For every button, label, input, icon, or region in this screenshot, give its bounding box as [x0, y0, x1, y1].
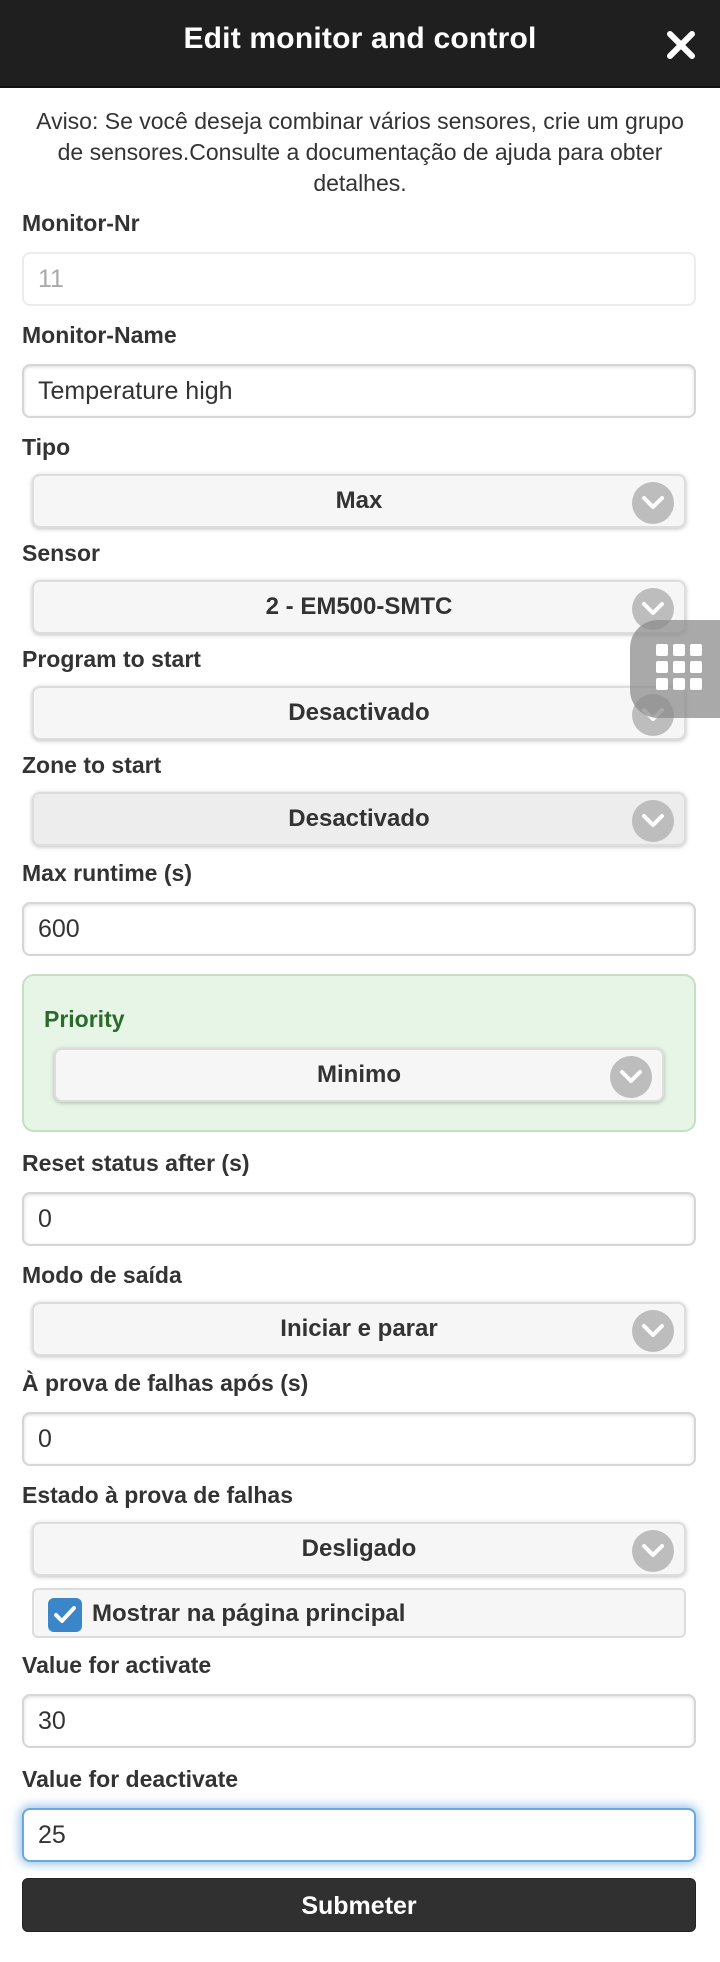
failsafe-after-label: À prova de falhas após (s) — [22, 1370, 309, 1396]
failsafe-state-select[interactable]: Desligado — [32, 1522, 686, 1576]
monitor-nr-label: Monitor-Nr — [22, 210, 140, 236]
check-icon — [54, 1606, 76, 1623]
sensor-select-value: 2 - EM500-SMTC — [265, 593, 453, 620]
reset-status-label: Reset status after (s) — [22, 1150, 250, 1176]
failsafe-after-field[interactable]: 0 — [22, 1412, 696, 1466]
output-mode-select-value: Iniciar e parar — [280, 1315, 438, 1342]
program-select-value: Desactivado — [288, 699, 430, 726]
chevron-down-icon — [632, 482, 674, 524]
monitor-nr-field: 11 — [22, 252, 696, 306]
dialog-title: Edit monitor and control — [183, 22, 537, 55]
show-main-checkbox[interactable] — [48, 1598, 82, 1632]
dialog-header: Edit monitor and control — [0, 0, 720, 88]
program-label: Program to start — [22, 646, 201, 672]
max-runtime-label: Max runtime (s) — [22, 860, 192, 886]
value-activate-field[interactable]: 30 — [22, 1694, 696, 1748]
zone-select-value: Desactivado — [288, 805, 430, 832]
sensor-label: Sensor — [22, 540, 100, 566]
chevron-down-icon — [632, 800, 674, 842]
failsafe-state-label: Estado à prova de falhas — [22, 1482, 293, 1508]
value-deactivate-label: Value for deactivate — [22, 1766, 239, 1792]
program-select[interactable]: Desactivado — [32, 686, 686, 740]
failsafe-state-select-value: Desligado — [301, 1535, 417, 1562]
notice-text: Aviso: Se você deseja combinar vários se… — [36, 108, 684, 196]
show-main-label: Mostrar na página principal — [92, 1600, 406, 1627]
monitor-name-field[interactable]: Temperature high — [22, 364, 696, 418]
chevron-down-icon — [632, 1530, 674, 1572]
monitor-name-label: Monitor-Name — [22, 322, 177, 348]
tipo-select-value: Max — [335, 487, 383, 514]
chevron-down-icon — [632, 1310, 674, 1352]
grid-icon — [656, 644, 702, 690]
value-deactivate-field[interactable]: 25 — [22, 1808, 696, 1862]
zone-label: Zone to start — [22, 752, 162, 778]
show-main-checkbox-row[interactable]: Mostrar na página principal — [32, 1588, 686, 1638]
reset-status-field[interactable]: 0 — [22, 1192, 696, 1246]
tipo-select[interactable]: Max — [32, 474, 686, 528]
output-mode-select[interactable]: Iniciar e parar — [32, 1302, 686, 1356]
priority-group: Priority Minimo — [22, 974, 696, 1132]
priority-select-value: Minimo — [317, 1061, 401, 1088]
grid-menu-button[interactable] — [630, 620, 720, 718]
zone-select[interactable]: Desactivado — [32, 792, 686, 846]
output-mode-label: Modo de saída — [22, 1262, 182, 1288]
tipo-label: Tipo — [22, 434, 71, 460]
value-activate-label: Value for activate — [22, 1652, 212, 1678]
priority-select[interactable]: Minimo — [54, 1048, 664, 1102]
sensor-select[interactable]: 2 - EM500-SMTC — [32, 580, 686, 634]
close-icon — [667, 31, 695, 59]
max-runtime-field[interactable]: 600 — [22, 902, 696, 956]
chevron-down-icon — [610, 1056, 652, 1098]
close-button[interactable] — [664, 28, 698, 62]
submit-button[interactable]: Submeter — [22, 1878, 696, 1932]
priority-label: Priority — [44, 1006, 125, 1032]
